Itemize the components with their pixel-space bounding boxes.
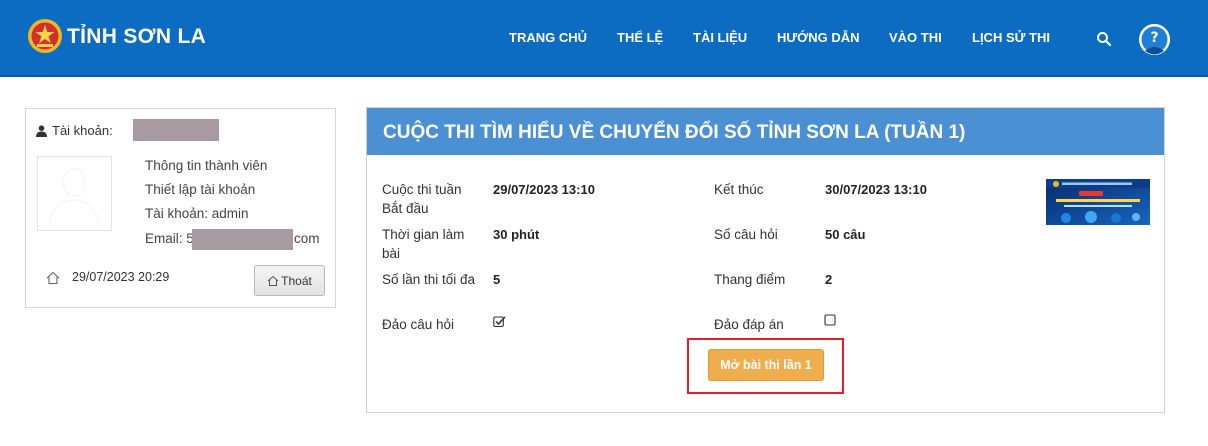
account-panel: Tài khoản: Thông tin thành viên Thiết lậ… [25, 108, 336, 308]
shuffle-questions-label: Đảo câu hỏi [382, 317, 455, 332]
start-time-label: Cuộc thi tuần Bắt đầu [382, 182, 462, 216]
account-header: Tài khoản: [36, 123, 113, 138]
logout-button[interactable]: Thoát [254, 265, 325, 296]
checked-checkbox-icon [493, 316, 506, 328]
logout-label: Thoát [281, 273, 312, 288]
nav-vao-thi[interactable]: VÀO THI [889, 30, 942, 45]
province-emblem-logo[interactable] [27, 18, 63, 54]
nav-the-le[interactable]: THỂ LỆ [617, 30, 663, 45]
redacted-account-name [133, 119, 219, 141]
home-icon [46, 271, 60, 285]
site-title[interactable]: TỈNH SƠN LA [67, 25, 206, 49]
score-scale-value: 2 [825, 272, 833, 287]
svg-text:?: ? [1150, 30, 1158, 46]
shuffle-answers-label: Đảo đáp án [714, 317, 784, 332]
end-time-label: Kết thúc [714, 182, 764, 197]
score-scale-label: Thang điểm [714, 272, 786, 287]
unchecked-checkbox-icon [824, 314, 836, 326]
nav-huong-dan[interactable]: HƯỚNG DẪN [777, 30, 860, 45]
question-count-label: Số câu hỏi [714, 227, 778, 242]
email-suffix: com [294, 231, 320, 246]
question-avatar-icon[interactable]: ? [1139, 24, 1170, 55]
contest-title: CUỘC THI TÌM HIỂU VỀ CHUYỂN ĐỔI SỐ TỈNH … [383, 122, 966, 143]
search-icon[interactable] [1096, 31, 1112, 47]
home-icon [267, 275, 279, 286]
username-line: Tài khoản: admin [145, 206, 249, 221]
max-attempts-label: Số lần thi tối đa [382, 272, 476, 287]
max-attempts-value: 5 [493, 272, 501, 287]
end-time-value: 30/07/2023 13:10 [825, 182, 927, 197]
contest-title-bar: CUỘC THI TÌM HIỂU VỀ CHUYỂN ĐỔI SỐ TỈNH … [367, 108, 1164, 155]
user-icon [36, 124, 47, 137]
account-label: Tài khoản: [52, 123, 113, 138]
contest-panel: CUỘC THI TÌM HIỂU VỀ CHUYỂN ĐỔI SỐ TỈNH … [366, 107, 1165, 413]
nav-trang-chu[interactable]: TRANG CHỦ [509, 30, 587, 45]
account-settings-link[interactable]: Thiết lập tài khoản [145, 182, 255, 197]
nav-lich-su-thi[interactable]: LỊCH SỬ THI [972, 30, 1050, 45]
default-avatar-icon [49, 168, 99, 226]
avatar [37, 156, 112, 231]
last-login-time: 29/07/2023 20:29 [72, 270, 170, 284]
start-time-value: 29/07/2023 13:10 [493, 182, 595, 197]
duration-value: 30 phút [493, 227, 540, 242]
contest-banner-image [1046, 179, 1150, 225]
duration-label: Thời gian làm bài [382, 227, 465, 261]
member-info-link[interactable]: Thông tin thành viên [145, 158, 267, 173]
top-header: TỈNH SƠN LA TRANG CHỦ THỂ LỆ TÀI LIỆU HƯ… [0, 0, 1208, 77]
redacted-email [192, 229, 293, 250]
question-count-value: 50 câu [825, 227, 866, 242]
start-exam-button[interactable]: Mở bài thi lần 1 [708, 349, 824, 381]
nav-tai-lieu[interactable]: TÀI LIỆU [693, 30, 747, 45]
email-prefix: Email: 5 [145, 231, 194, 246]
